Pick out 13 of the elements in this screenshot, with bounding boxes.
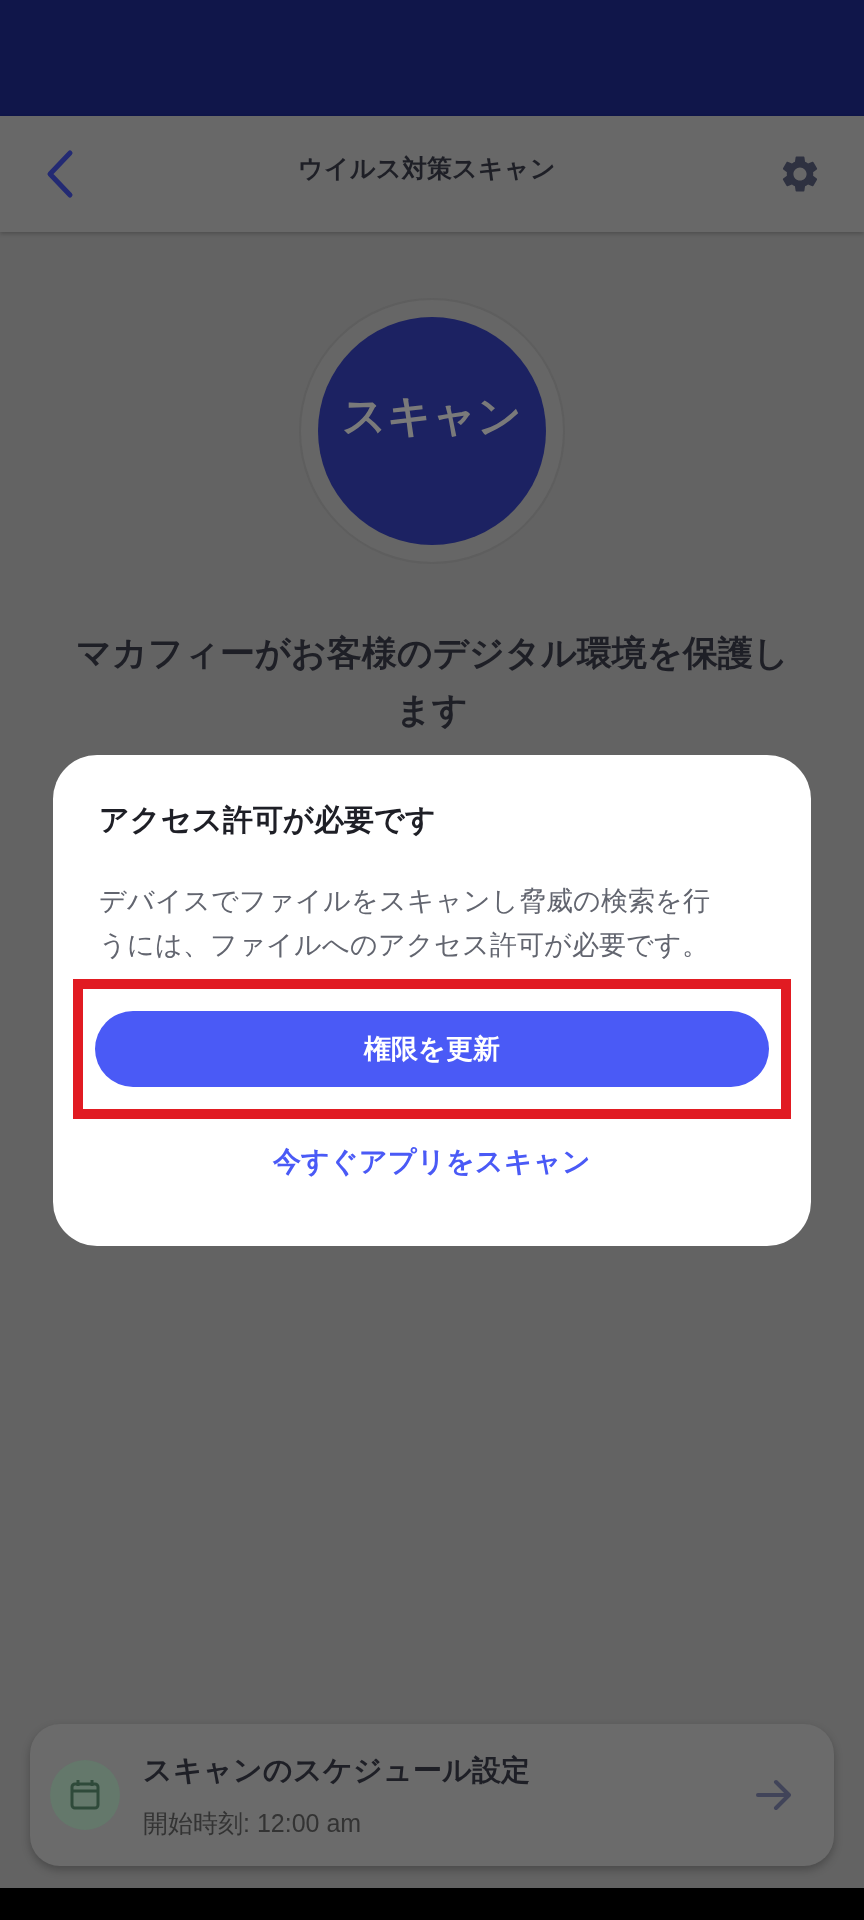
screen-title: ウイルス対策スキャン — [297, 152, 556, 184]
scan-button[interactable]: スキャン — [318, 317, 546, 545]
scan-apps-link[interactable]: 今すぐアプリをスキャン — [273, 1143, 591, 1181]
headline: マカフィーがお客様のデジタル環境を保護します — [74, 632, 790, 731]
dialog-title: アクセス許可が必要です — [99, 802, 437, 838]
update-permissions-button[interactable]: 権限を更新 — [95, 1011, 769, 1087]
arrow-right-icon — [754, 1777, 794, 1813]
dialog-message: デバイスでファイルをスキャンし脅威の検索を行うには、ファイルへのアクセス許可が必要です。 — [99, 885, 711, 962]
card-title: スキャンのスケジュール設定 — [143, 1752, 531, 1788]
back-icon[interactable] — [45, 149, 75, 199]
calendar-icon — [49, 1759, 121, 1831]
schedule-card[interactable]: スキャンのスケジュール設定 開始時刻: 12:00 am — [30, 1724, 834, 1866]
card-subtitle: 開始時刻: 12:00 am — [143, 1807, 363, 1839]
